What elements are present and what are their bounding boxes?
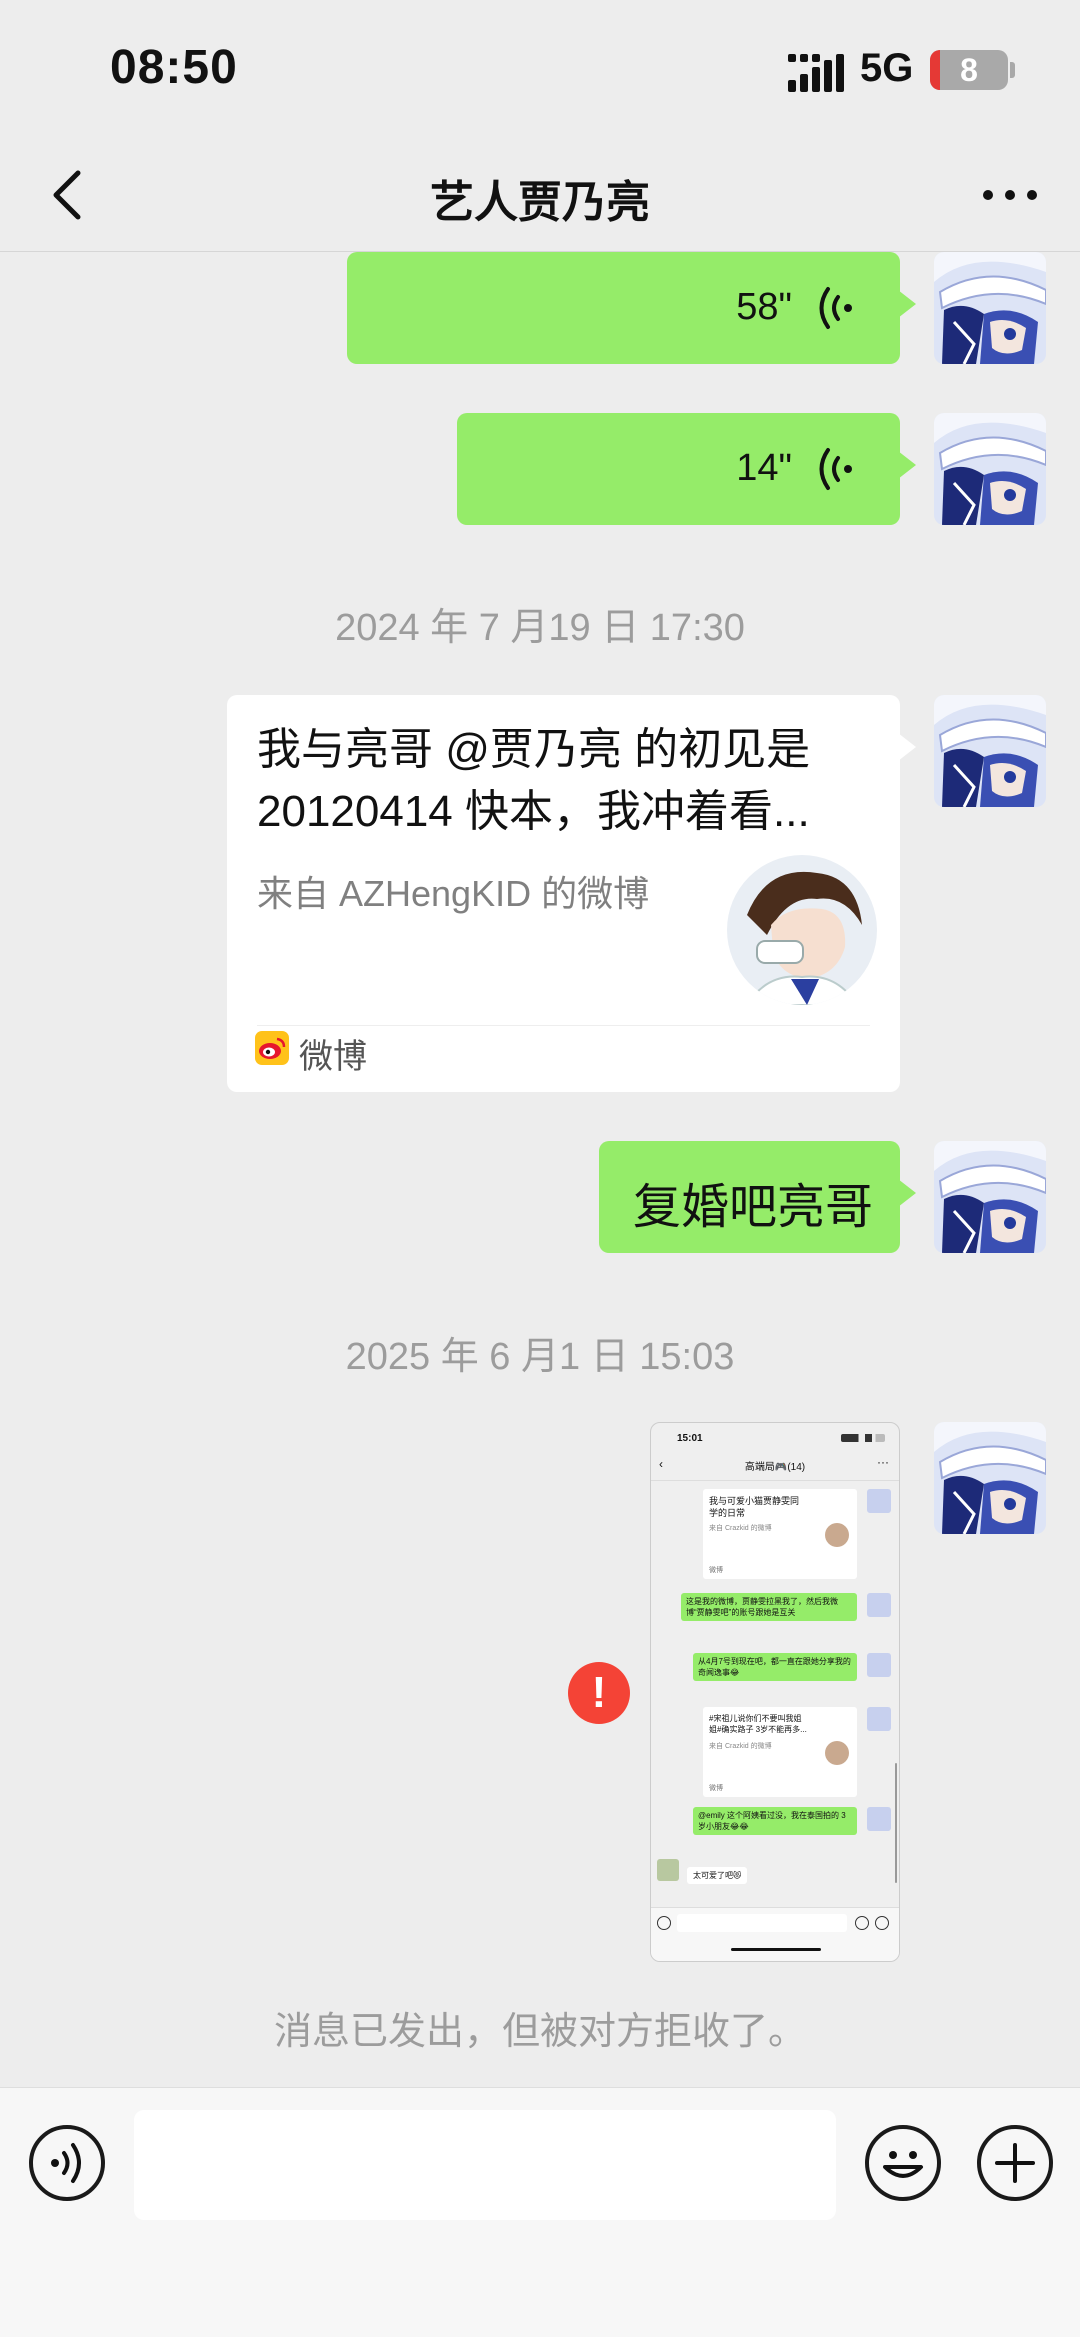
voice-wave-icon	[819, 448, 852, 490]
chat-timestamp: 2025 年 6 月1 日 15:03	[345, 1336, 735, 1378]
status-bar: 08:50 5G 8	[0, 0, 1080, 140]
card-source: 来自 AZHengKID 的微博	[257, 873, 650, 914]
shot-card-thumb	[825, 1741, 849, 1765]
voice-duration: 14"	[736, 447, 792, 489]
shot-avatar	[867, 1653, 891, 1677]
shot-status-icons	[841, 1434, 885, 1442]
voice-wave-icon	[51, 2143, 81, 2183]
shot-input-bar	[651, 1907, 899, 1961]
shot-green-msg: 从4月7号到现在吧，都一直在跟她分享我的奇闻逸事😂	[693, 1653, 857, 1681]
shot-emoji-icon	[855, 1916, 869, 1930]
battery-tip	[1010, 62, 1015, 78]
text-message: 复婚吧亮哥	[633, 1181, 874, 1234]
my-avatar[interactable]	[934, 695, 1046, 807]
shot-scrollbar	[895, 1763, 897, 1883]
shot-title: 高端局🎮(14)	[744, 1462, 806, 1473]
shot-card-app: 微博	[709, 1785, 723, 1792]
shot-white-msg: 太可爱了吧😻	[687, 1867, 748, 1884]
weibo-logo-icon	[255, 1031, 289, 1065]
chat-header: 艺人贾乃亮	[0, 140, 1080, 252]
shot-status-time: 15:01	[677, 1433, 703, 1444]
voice-message-bubble[interactable]: 14"	[457, 413, 916, 525]
shot-card-title: #宋祖儿说你们不要叫我姐姐#确实路子 3岁不能再多...	[709, 1714, 807, 1734]
emoji-icon	[883, 2151, 923, 2178]
shot-avatar	[867, 1807, 891, 1831]
signal-icon	[788, 54, 844, 92]
card-title: 我与亮哥 @贾乃亮 的初见是20120414 快本，我冲着看...	[257, 725, 811, 836]
weibo-share-card[interactable]: 我与亮哥 @贾乃亮 的初见是20120414 快本，我冲着看... 来自 AZH…	[227, 695, 916, 1092]
shot-green-msg: 这是我的微博，贾静雯拉黑我了，然后我微博“贾静雯吧”的账号跟她是互关	[681, 1593, 857, 1621]
chat-timestamp: 2024 年 7 月19 日 17:30	[335, 607, 745, 649]
input-bar	[0, 2087, 1080, 2337]
chat-title: 艺人贾乃亮	[430, 178, 650, 227]
shot-header: ‹ 高端局🎮(14) ···	[651, 1453, 899, 1481]
my-avatar[interactable]	[934, 252, 1046, 364]
emoji-button[interactable]	[865, 2125, 941, 2201]
status-time: 08:50	[110, 41, 238, 94]
shot-card-app: 微博	[709, 1567, 723, 1574]
shot-card-title: 我与可爱小猫贾静雯同学的日常	[709, 1496, 800, 1518]
shot-card-1: 我与可爱小猫贾静雯同学的日常 来自 Crazkid 的微博 微博	[703, 1489, 857, 1579]
battery-icon: 8	[930, 50, 1008, 90]
shot-avatar	[867, 1707, 891, 1731]
shot-home-indicator	[731, 1948, 821, 1951]
shot-input	[677, 1914, 847, 1932]
shot-card-source: 来自 Crazkid 的微博	[709, 1525, 772, 1532]
shot-other-avatar	[657, 1859, 679, 1881]
shot-green-msg: @emily 这个阿姨看过没，我在泰国拍的 3岁小朋友😂😂	[693, 1807, 857, 1835]
voice-input-button[interactable]	[29, 2125, 105, 2201]
shot-card-source: 来自 Crazkid 的微博	[709, 1743, 772, 1750]
network-type: 5G	[860, 46, 914, 90]
card-app-name: 微博	[299, 1038, 367, 1076]
more-options-icon[interactable]	[970, 170, 1050, 220]
card-divider	[257, 1025, 870, 1026]
voice-wave-icon	[819, 287, 852, 329]
shot-card-thumb	[825, 1523, 849, 1547]
my-avatar[interactable]	[934, 413, 1046, 525]
shot-plus-icon	[875, 1916, 889, 1930]
voice-message-bubble[interactable]: 58"	[347, 252, 916, 364]
message-input[interactable]	[134, 2110, 836, 2220]
my-avatar[interactable]	[934, 1141, 1046, 1253]
rejected-notice: 消息已发出，但被对方拒收了。	[273, 2011, 806, 2053]
card-thumbnail	[727, 855, 877, 1005]
image-message-screenshot[interactable]: 15:01 ‹ 高端局🎮(14) ··· 我与可爱小猫贾静雯同学的日常 来自 C…	[650, 1422, 900, 1962]
send-failed-icon[interactable]: !	[568, 1662, 630, 1724]
shot-more-icon: ···	[877, 1455, 889, 1469]
shot-avatar	[867, 1489, 891, 1513]
text-message-bubble[interactable]: 复婚吧亮哥	[599, 1141, 916, 1253]
plus-icon	[995, 2143, 1035, 2183]
my-avatar[interactable]	[934, 1422, 1046, 1534]
shot-voice-icon	[657, 1916, 671, 1930]
shot-avatar	[867, 1593, 891, 1617]
battery-level: 8	[960, 52, 978, 88]
shot-card-2: #宋祖儿说你们不要叫我姐姐#确实路子 3岁不能再多... 来自 Crazkid …	[703, 1707, 857, 1797]
voice-duration: 58"	[736, 286, 792, 328]
more-actions-button[interactable]	[977, 2125, 1053, 2201]
